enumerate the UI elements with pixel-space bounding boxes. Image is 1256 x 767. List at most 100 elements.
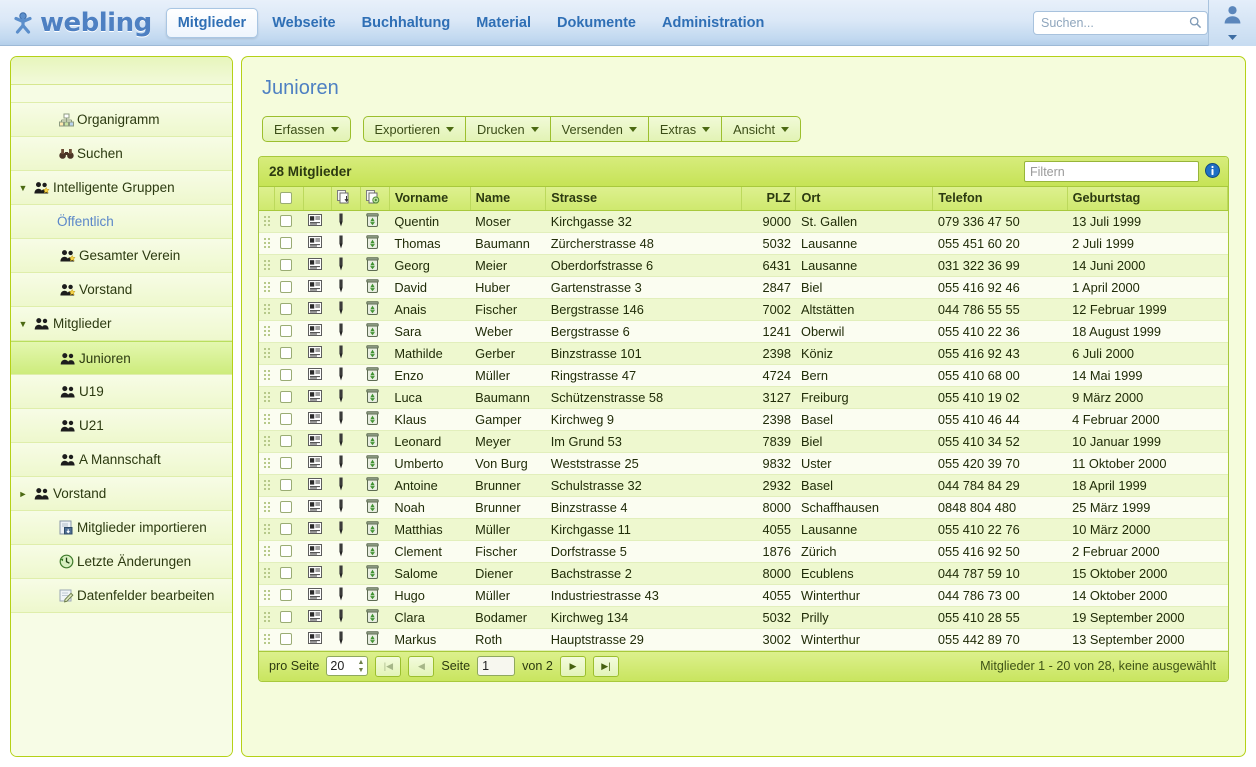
extras-button[interactable]: Extras [647, 116, 722, 142]
row-delete-cell[interactable] [360, 518, 390, 541]
drag-handle[interactable] [264, 480, 270, 490]
row-select-cell[interactable] [274, 452, 304, 475]
col-vorname[interactable]: Vorname [389, 187, 471, 211]
drag-handle[interactable] [264, 348, 270, 358]
sidebar-item-mitglieder-importieren[interactable]: Mitglieder importieren [11, 511, 232, 545]
col-strasse[interactable]: Strasse [545, 187, 742, 211]
row-drag-cell[interactable] [259, 298, 275, 321]
row-select-cell[interactable] [274, 628, 304, 651]
row-select-cell[interactable] [274, 276, 304, 299]
sidebar-item-intelligente-gruppen[interactable]: ▼ Intelligente Gruppen [11, 171, 232, 205]
row-edit-cell[interactable] [331, 276, 361, 299]
row-checkbox[interactable] [279, 479, 292, 491]
edit-pen-icon[interactable] [337, 433, 345, 450]
recycle-delete-icon[interactable] [365, 542, 379, 560]
row-drag-cell[interactable] [259, 232, 275, 255]
row-checkbox[interactable] [279, 237, 292, 249]
sidebar-item-u19[interactable]: U19 [11, 375, 232, 409]
row-edit-cell[interactable] [331, 584, 361, 607]
row-card-cell[interactable] [303, 452, 332, 475]
row-delete-cell[interactable] [360, 254, 390, 277]
copy-delete-icon[interactable] [366, 189, 380, 207]
contact-card-icon[interactable] [308, 257, 323, 273]
edit-pen-icon[interactable] [337, 235, 345, 252]
drag-handle[interactable] [264, 326, 270, 336]
row-checkbox[interactable] [279, 347, 292, 359]
row-delete-cell[interactable] [360, 474, 390, 497]
row-edit-cell[interactable] [331, 408, 361, 431]
sidebar-item-vorstand-smart[interactable]: Vorstand [11, 273, 232, 307]
row-select-cell[interactable] [274, 342, 304, 365]
row-drag-cell[interactable] [259, 496, 275, 519]
select-all-checkbox[interactable] [280, 192, 293, 205]
row-edit-cell[interactable] [331, 254, 361, 277]
row-select-cell[interactable] [274, 408, 304, 431]
contact-card-icon[interactable] [308, 609, 323, 625]
row-edit-cell[interactable] [331, 232, 361, 255]
stepper-arrows-icon[interactable]: ▲ ▼ [357, 659, 364, 674]
page-number-input[interactable] [477, 656, 516, 676]
row-drag-cell[interactable] [259, 540, 275, 563]
recycle-delete-icon[interactable] [365, 300, 379, 318]
row-edit-cell[interactable] [331, 320, 361, 343]
row-delete-cell[interactable] [360, 540, 390, 563]
row-edit-cell[interactable] [331, 540, 361, 563]
contact-card-icon[interactable] [308, 521, 323, 537]
row-edit-cell[interactable] [331, 562, 361, 585]
row-delete-cell[interactable] [360, 584, 390, 607]
row-checkbox[interactable] [279, 501, 292, 513]
row-checkbox[interactable] [279, 325, 292, 337]
row-delete-cell[interactable] [360, 364, 390, 387]
row-checkbox[interactable] [279, 391, 292, 403]
row-edit-cell[interactable] [331, 342, 361, 365]
nav-item-buchhaltung[interactable]: Buchhaltung [350, 8, 463, 38]
col-name[interactable]: Name [470, 187, 547, 211]
row-drag-cell[interactable] [259, 628, 275, 651]
row-checkbox[interactable] [279, 567, 292, 579]
row-drag-cell[interactable] [259, 320, 275, 343]
recycle-delete-icon[interactable] [365, 564, 379, 582]
sidebar-item-gesamter-verein[interactable]: Gesamter Verein [11, 239, 232, 273]
table-row[interactable]: Luca Baumann Schützenstrasse 58 3127 Freibur… [259, 386, 1228, 409]
row-card-cell[interactable] [303, 518, 332, 541]
search-input[interactable] [1033, 11, 1208, 35]
row-card-cell[interactable] [303, 430, 332, 453]
row-select-cell[interactable] [274, 562, 304, 585]
edit-pen-icon[interactable] [337, 323, 345, 340]
row-drag-cell[interactable] [259, 474, 275, 497]
edit-pen-icon[interactable] [337, 609, 345, 626]
recycle-delete-icon[interactable] [365, 498, 379, 516]
drag-handle[interactable] [264, 282, 270, 292]
row-drag-cell[interactable] [259, 342, 275, 365]
edit-pen-icon[interactable] [337, 543, 345, 560]
sidebar-item-junioren[interactable]: Junioren [11, 341, 232, 375]
recycle-delete-icon[interactable] [365, 366, 379, 384]
row-select-cell[interactable] [274, 386, 304, 409]
table-row[interactable]: Thomas Baumann Zürcherstrasse 48 5032 Lausan… [259, 232, 1228, 255]
table-row[interactable]: Quentin Moser Kirchgasse 32 9000 St. Gallen 0… [259, 210, 1228, 233]
recycle-delete-icon[interactable] [365, 476, 379, 494]
drag-handle[interactable] [264, 568, 270, 578]
row-drag-cell[interactable] [259, 430, 275, 453]
row-checkbox[interactable] [279, 457, 292, 469]
row-card-cell[interactable] [303, 276, 332, 299]
row-select-cell[interactable] [274, 298, 304, 321]
table-row[interactable]: Sara Weber Bergstrasse 6 1241 Oberwil 055 410… [259, 320, 1228, 343]
row-delete-cell[interactable] [360, 232, 390, 255]
row-select-cell[interactable] [274, 540, 304, 563]
row-card-cell[interactable] [303, 628, 332, 651]
contact-card-icon[interactable] [308, 499, 323, 515]
row-delete-cell[interactable] [360, 408, 390, 431]
row-drag-cell[interactable] [259, 518, 275, 541]
drag-handle[interactable] [264, 392, 270, 402]
row-select-cell[interactable] [274, 254, 304, 277]
row-select-cell[interactable] [274, 430, 304, 453]
row-checkbox[interactable] [279, 281, 292, 293]
row-delete-cell[interactable] [360, 606, 390, 629]
recycle-delete-icon[interactable] [365, 344, 379, 362]
row-checkbox[interactable] [279, 589, 292, 601]
drag-handle[interactable] [264, 590, 270, 600]
row-drag-cell[interactable] [259, 452, 275, 475]
row-select-cell[interactable] [274, 584, 304, 607]
contact-card-icon[interactable] [308, 279, 323, 295]
